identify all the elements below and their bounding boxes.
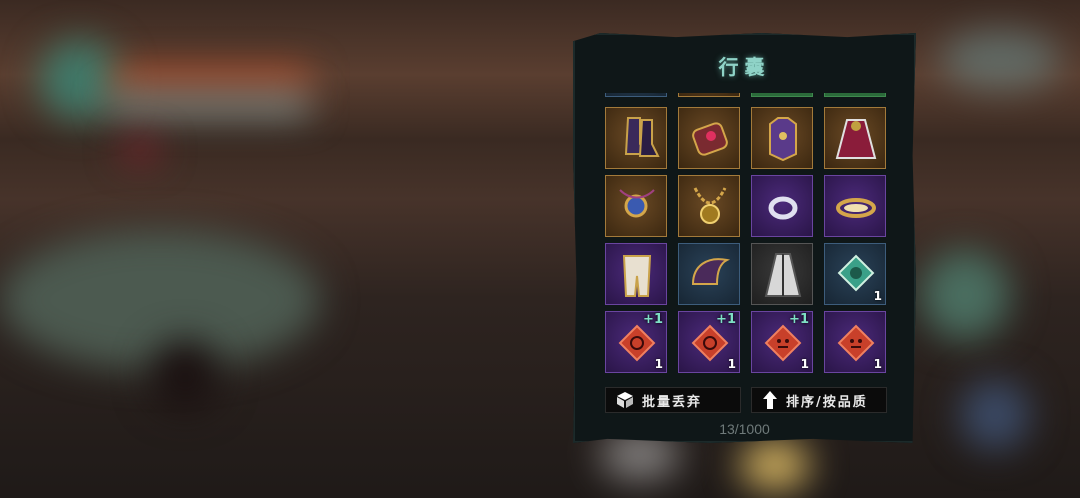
inventory-capacity: 13/1000 — [719, 421, 770, 437]
mask-token-icon — [837, 324, 875, 362]
health-bar-blur — [110, 70, 310, 90]
robe-icon — [764, 253, 802, 297]
arrow-up-icon — [763, 391, 777, 409]
inventory-slot[interactable] — [824, 107, 886, 169]
ring-icon — [768, 196, 798, 220]
inventory-slot-partial[interactable]: 2 — [678, 93, 740, 97]
inventory-slot[interactable] — [678, 243, 740, 305]
cube-icon — [617, 392, 633, 408]
amulet-icon — [619, 189, 655, 218]
inventory-slot[interactable] — [605, 175, 667, 237]
item-new-badge: +1 — [716, 312, 736, 327]
inventory-slot[interactable]: +1 1 — [678, 311, 740, 373]
inventory-slot-partial[interactable]: 1 — [605, 93, 667, 97]
inventory-slot[interactable] — [678, 107, 740, 169]
inventory-slot[interactable]: +1 1 — [751, 311, 813, 373]
batch-discard-label: 批量丢弃 — [642, 394, 703, 410]
minimap-blur — [940, 30, 1060, 90]
joystick-blur — [150, 340, 220, 410]
status-blur — [120, 140, 160, 160]
inventory-panel: 行囊 1 2 1 +1 1 +1 1 +1 1 1 批量丢弃 排序/按品质 13/1000 — [573, 33, 916, 443]
chain-pendant-icon — [693, 187, 727, 224]
helmet-icon — [691, 258, 731, 285]
leggings-icon — [622, 255, 652, 297]
item-count: 1 — [873, 357, 882, 371]
item-count: 1 — [655, 93, 663, 95]
item-count: 1 — [654, 357, 663, 371]
player-portrait-blur — [40, 40, 120, 120]
item-count: 1 — [727, 357, 736, 371]
bracer-icon — [692, 122, 728, 156]
inventory-slot[interactable] — [751, 175, 813, 237]
skill-button-blur — [920, 250, 1010, 340]
inventory-slot[interactable]: 1 — [824, 243, 886, 305]
sort-button[interactable]: 排序/按品质 — [751, 387, 887, 413]
skill-button-blur-2 — [960, 380, 1030, 450]
cape-icon — [835, 119, 877, 159]
batch-discard-button[interactable]: 批量丢弃 — [605, 387, 741, 413]
inventory-slot[interactable]: +1 1 — [605, 311, 667, 373]
inventory-slot-partial[interactable] — [751, 93, 813, 97]
armor-icon — [769, 117, 797, 162]
inventory-grid[interactable]: 1 2 1 +1 1 +1 1 +1 1 1 — [605, 93, 890, 375]
item-new-badge: +1 — [789, 312, 809, 327]
bangle-icon — [836, 198, 876, 218]
mana-bar-blur — [110, 96, 310, 114]
inventory-slot-partial[interactable] — [824, 93, 886, 97]
item-count: 1 — [873, 289, 882, 303]
inventory-slot[interactable] — [605, 243, 667, 305]
game-background — [0, 0, 1080, 498]
item-count: 2 — [728, 93, 736, 95]
sort-label: 排序/按品质 — [786, 394, 868, 410]
inventory-slot[interactable] — [605, 107, 667, 169]
inventory-title: 行囊 — [718, 55, 771, 79]
item-count: 1 — [800, 357, 809, 371]
inventory-slot[interactable] — [751, 243, 813, 305]
boots-icon — [624, 117, 660, 157]
inventory-slot[interactable]: 1 — [824, 311, 886, 373]
inventory-slot[interactable] — [824, 175, 886, 237]
inventory-slot[interactable] — [678, 175, 740, 237]
item-new-badge: +1 — [643, 312, 663, 327]
jade-token-icon — [837, 254, 875, 292]
skill-button-blur-3 — [740, 440, 810, 490]
inventory-slot[interactable] — [751, 107, 813, 169]
